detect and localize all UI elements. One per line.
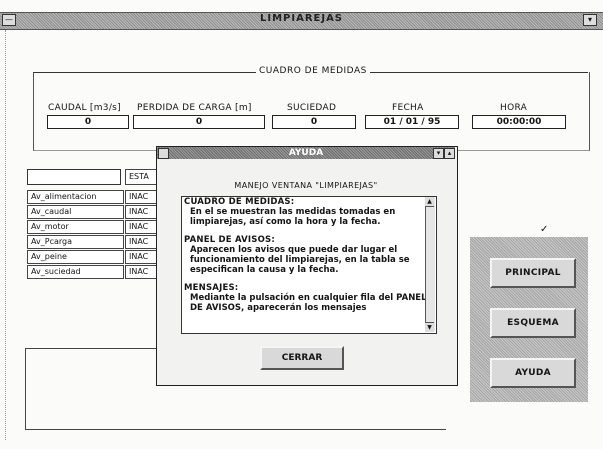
help-dialog-title: AYUDA [288, 148, 324, 158]
alarm-row-motor[interactable]: Av_motor [27, 220, 124, 234]
alarm-row-caudal[interactable]: Av_caudal [27, 205, 124, 219]
alarm-row-pcarga[interactable]: Av_Pcarga [27, 235, 124, 249]
close-dialog-button[interactable]: CERRAR [260, 346, 344, 370]
suciedad-field: 0 [272, 115, 356, 129]
fecha-field: 01 / 01 / 95 [365, 115, 459, 129]
dialog-minimize-button[interactable]: ▾ [433, 148, 444, 159]
window-left-border [5, 30, 7, 440]
system-menu-button[interactable]: — [2, 14, 16, 26]
help-dialog-heading: MANEJO VENTANA "LIMPIAREJAS" [234, 181, 378, 190]
caudal-field: 0 [47, 115, 129, 129]
hora-label: HORA [500, 103, 528, 113]
help-text-area[interactable]: CUADRO DE MEDIDAS: En el se muestran las… [181, 196, 437, 334]
suciedad-label: SUCIEDAD [287, 103, 337, 113]
help-scrollbar[interactable] [425, 197, 435, 331]
hora-field: 00:00:00 [472, 115, 566, 129]
help-section-body: Aparecen los avisos que puede dar lugar … [190, 245, 410, 275]
dialog-maximize-button[interactable]: ▴ [444, 148, 455, 159]
fecha-label: FECHA [392, 103, 424, 113]
window-minimize-button[interactable]: ▾ [583, 14, 597, 26]
alarm-row-alimentacion[interactable]: Av_alimentacion [27, 190, 124, 204]
scroll-up-icon[interactable]: ▲ [425, 197, 434, 207]
help-section-body: En el se muestran las medidas tomadas en… [190, 207, 396, 227]
alarm-row-suciedad[interactable]: Av_suciedad [27, 265, 124, 279]
help-section-heading: PANEL DE AVISOS: [184, 235, 275, 245]
scroll-down-icon[interactable]: ▼ [425, 322, 434, 332]
help-section-heading: CUADRO DE MEDIDAS: [184, 197, 295, 207]
principal-button[interactable]: PRINCIPAL [490, 258, 576, 288]
help-section-body: Mediante la pulsación en cualquier fila … [190, 293, 427, 313]
check-mark-icon: ✓ [540, 224, 549, 235]
perdida-carga-label: PERDIDA DE CARGA [m] [137, 103, 252, 113]
alarm-row-peine[interactable]: Av_peine [27, 250, 124, 264]
caudal-label: CAUDAL [m3/s] [48, 103, 121, 113]
window-title: LIMPIAREJAS [259, 13, 344, 24]
measures-group-title: CUADRO DE MEDIDAS [256, 66, 370, 76]
perdida-carga-field: 0 [133, 115, 265, 129]
dialog-system-menu-button[interactable] [158, 148, 169, 159]
help-section-heading: MENSAJES: [184, 283, 239, 293]
esquema-button[interactable]: ESQUEMA [490, 308, 576, 338]
alarm-header-name [27, 169, 121, 185]
ayuda-button[interactable]: AYUDA [490, 358, 576, 388]
